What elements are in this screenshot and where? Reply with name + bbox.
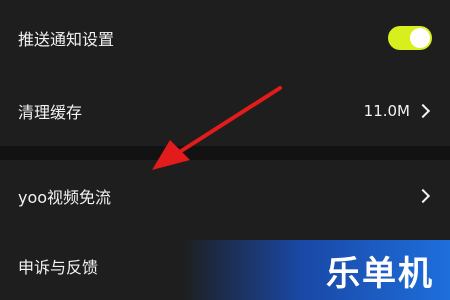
cache-size-value: 11.0M xyxy=(363,102,410,120)
yoo-video-free-row[interactable]: yoo视频免流 xyxy=(0,160,450,232)
push-notification-label: 推送通知设置 xyxy=(18,30,115,49)
section-divider xyxy=(0,146,450,160)
complaint-feedback-label: 申诉与反馈 xyxy=(18,258,99,277)
yoo-video-free-label: yoo视频免流 xyxy=(18,188,112,207)
watermark-text: 乐单机 xyxy=(326,253,434,294)
push-notification-row[interactable]: 推送通知设置 xyxy=(0,0,450,76)
toggle-knob xyxy=(410,28,430,48)
chevron-right-icon xyxy=(415,188,431,204)
clear-cache-label: 清理缓存 xyxy=(18,103,83,122)
site-watermark: 乐单机 xyxy=(182,240,450,300)
chevron-right-icon xyxy=(415,103,431,119)
clear-cache-row[interactable]: 清理缓存 11.0M xyxy=(0,76,450,146)
push-notification-toggle[interactable] xyxy=(388,26,432,50)
